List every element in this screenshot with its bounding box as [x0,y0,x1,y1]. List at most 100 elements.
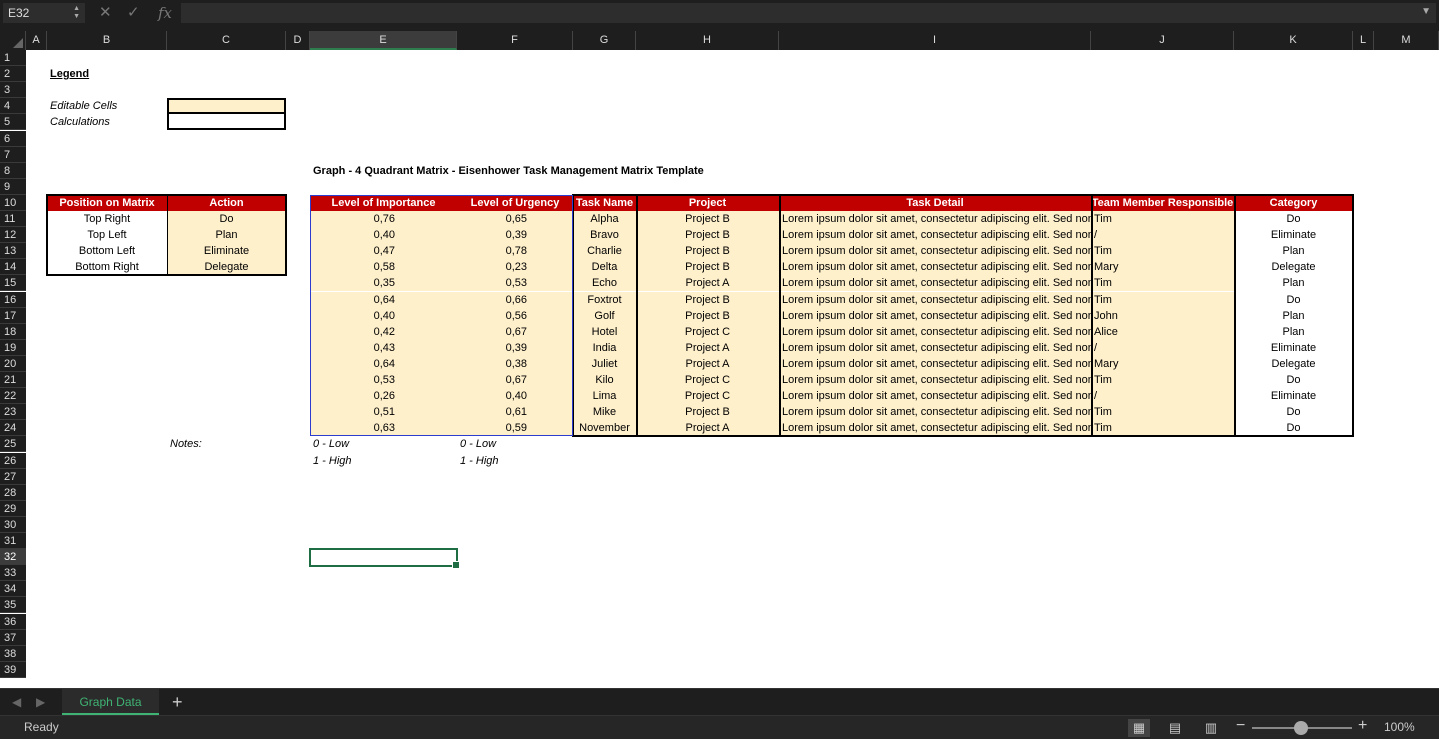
legend-calculations-swatch[interactable] [167,114,286,130]
task-category-cell[interactable]: Eliminate [1234,227,1353,243]
task-importance-cell[interactable]: 0,53 [310,372,457,388]
task-project-cell[interactable]: Project A [636,340,779,356]
column-header-h[interactable]: H [636,31,779,50]
confirm-icon[interactable]: ✓ [127,4,140,22]
task-importance-cell[interactable]: 0,35 [310,275,457,291]
task-task-name-cell[interactable]: Hotel [573,324,636,340]
row-header[interactable]: 22 [0,388,26,404]
row-header[interactable]: 12 [0,227,26,243]
name-box[interactable]: E32 ▲ ▼ [3,3,85,23]
column-header-f[interactable]: F [457,31,573,50]
column-header-j[interactable]: J [1091,31,1234,50]
task-importance-cell[interactable]: 0,43 [310,340,457,356]
task-task-detail-cell[interactable]: Lorem ipsum dolor sit amet, consectetur … [779,211,1091,227]
task-task-detail-cell[interactable]: Lorem ipsum dolor sit amet, consectetur … [779,243,1091,259]
task-project-cell[interactable]: Project B [636,211,779,227]
normal-view-icon[interactable]: ▦ [1128,719,1150,737]
task-project-cell[interactable]: Project C [636,372,779,388]
task-urgency-cell[interactable]: 0,38 [457,356,573,372]
task-project-cell[interactable]: Project B [636,243,779,259]
row-header[interactable]: 2 [0,66,26,82]
task-urgency-cell[interactable]: 0,66 [457,292,573,308]
sheet-tab-graph-data[interactable]: Graph Data [62,689,159,715]
task-team-member-cell[interactable]: Mary [1091,259,1234,275]
task-urgency-cell[interactable]: 0,59 [457,420,573,436]
row-header[interactable]: 8 [0,163,26,179]
task-team-member-cell[interactable]: Tim [1091,404,1234,420]
matrix-action-cell[interactable]: Do [167,211,286,227]
task-team-member-cell[interactable]: Tim [1091,275,1234,291]
task-project-cell[interactable]: Project C [636,388,779,404]
task-team-member-cell[interactable]: Mary [1091,356,1234,372]
row-header[interactable]: 33 [0,565,26,581]
row-header[interactable]: 6 [0,131,26,147]
row-header[interactable]: 37 [0,630,26,646]
task-team-member-cell[interactable]: Tim [1091,211,1234,227]
task-task-name-cell[interactable]: Echo [573,275,636,291]
column-header-l[interactable]: L [1353,31,1374,50]
row-header[interactable]: 9 [0,179,26,195]
row-header[interactable]: 14 [0,259,26,275]
task-task-name-cell[interactable]: Mike [573,404,636,420]
task-project-cell[interactable]: Project C [636,324,779,340]
row-header[interactable]: 24 [0,420,26,436]
column-header-b[interactable]: B [47,31,167,50]
task-project-cell[interactable]: Project B [636,259,779,275]
task-task-detail-cell[interactable]: Lorem ipsum dolor sit amet, consectetur … [779,292,1091,308]
row-header[interactable]: 25 [0,436,26,452]
row-header[interactable]: 16 [0,292,26,308]
row-header[interactable]: 28 [0,485,26,501]
task-task-detail-cell[interactable]: Lorem ipsum dolor sit amet, consectetur … [779,340,1091,356]
task-task-name-cell[interactable]: Alpha [573,211,636,227]
task-team-member-cell[interactable]: / [1091,340,1234,356]
row-header[interactable]: 29 [0,501,26,517]
prev-sheet-icon[interactable]: ◀ [12,695,21,709]
cancel-icon[interactable]: ✕ [99,4,112,22]
task-importance-cell[interactable]: 0,42 [310,324,457,340]
task-importance-cell[interactable]: 0,63 [310,420,457,436]
task-urgency-cell[interactable]: 0,39 [457,340,573,356]
task-task-name-cell[interactable]: Foxtrot [573,292,636,308]
task-team-member-cell[interactable]: Tim [1091,243,1234,259]
task-urgency-cell[interactable]: 0,53 [457,275,573,291]
task-task-name-cell[interactable]: Bravo [573,227,636,243]
row-header[interactable]: 18 [0,324,26,340]
task-task-name-cell[interactable]: Lima [573,388,636,404]
row-header[interactable]: 3 [0,82,26,98]
column-header-i[interactable]: I [779,31,1091,50]
column-header-c[interactable]: C [167,31,286,50]
matrix-action-cell[interactable]: Delegate [167,259,286,275]
task-importance-cell[interactable]: 0,76 [310,211,457,227]
task-importance-cell[interactable]: 0,47 [310,243,457,259]
row-header[interactable]: 35 [0,597,26,613]
task-importance-cell[interactable]: 0,51 [310,404,457,420]
task-category-cell[interactable]: Do [1234,372,1353,388]
task-task-name-cell[interactable]: Golf [573,308,636,324]
task-urgency-cell[interactable]: 0,67 [457,324,573,340]
task-task-detail-cell[interactable]: Lorem ipsum dolor sit amet, consectetur … [779,324,1091,340]
row-header[interactable]: 36 [0,614,26,630]
task-task-name-cell[interactable]: India [573,340,636,356]
task-urgency-cell[interactable]: 0,65 [457,211,573,227]
column-header-a[interactable]: A [26,31,47,50]
matrix-action-cell[interactable]: Plan [167,227,286,243]
task-category-cell[interactable]: Do [1234,404,1353,420]
task-category-cell[interactable]: Plan [1234,275,1353,291]
matrix-action-cell[interactable]: Eliminate [167,243,286,259]
task-urgency-cell[interactable]: 0,78 [457,243,573,259]
row-header[interactable]: 23 [0,404,26,420]
task-task-name-cell[interactable]: November [573,420,636,436]
task-task-detail-cell[interactable]: Lorem ipsum dolor sit amet, consectetur … [779,388,1091,404]
task-category-cell[interactable]: Delegate [1234,259,1353,275]
task-task-detail-cell[interactable]: Lorem ipsum dolor sit amet, consectetur … [779,404,1091,420]
worksheet-grid[interactable]: ABCDEFGHIJKLM 1 2 3 4 5 6 7 8 9 10 11 12 13 14 15 16 17 1… [0,31,1439,688]
row-header[interactable]: 1 [0,50,26,66]
row-header[interactable]: 27 [0,469,26,485]
page-break-view-icon[interactable]: ▥ [1200,719,1222,737]
row-header[interactable]: 20 [0,356,26,372]
task-importance-cell[interactable]: 0,40 [310,308,457,324]
task-project-cell[interactable]: Project A [636,356,779,372]
task-importance-cell[interactable]: 0,26 [310,388,457,404]
task-category-cell[interactable]: Do [1234,420,1353,436]
column-header-k[interactable]: K [1234,31,1353,50]
